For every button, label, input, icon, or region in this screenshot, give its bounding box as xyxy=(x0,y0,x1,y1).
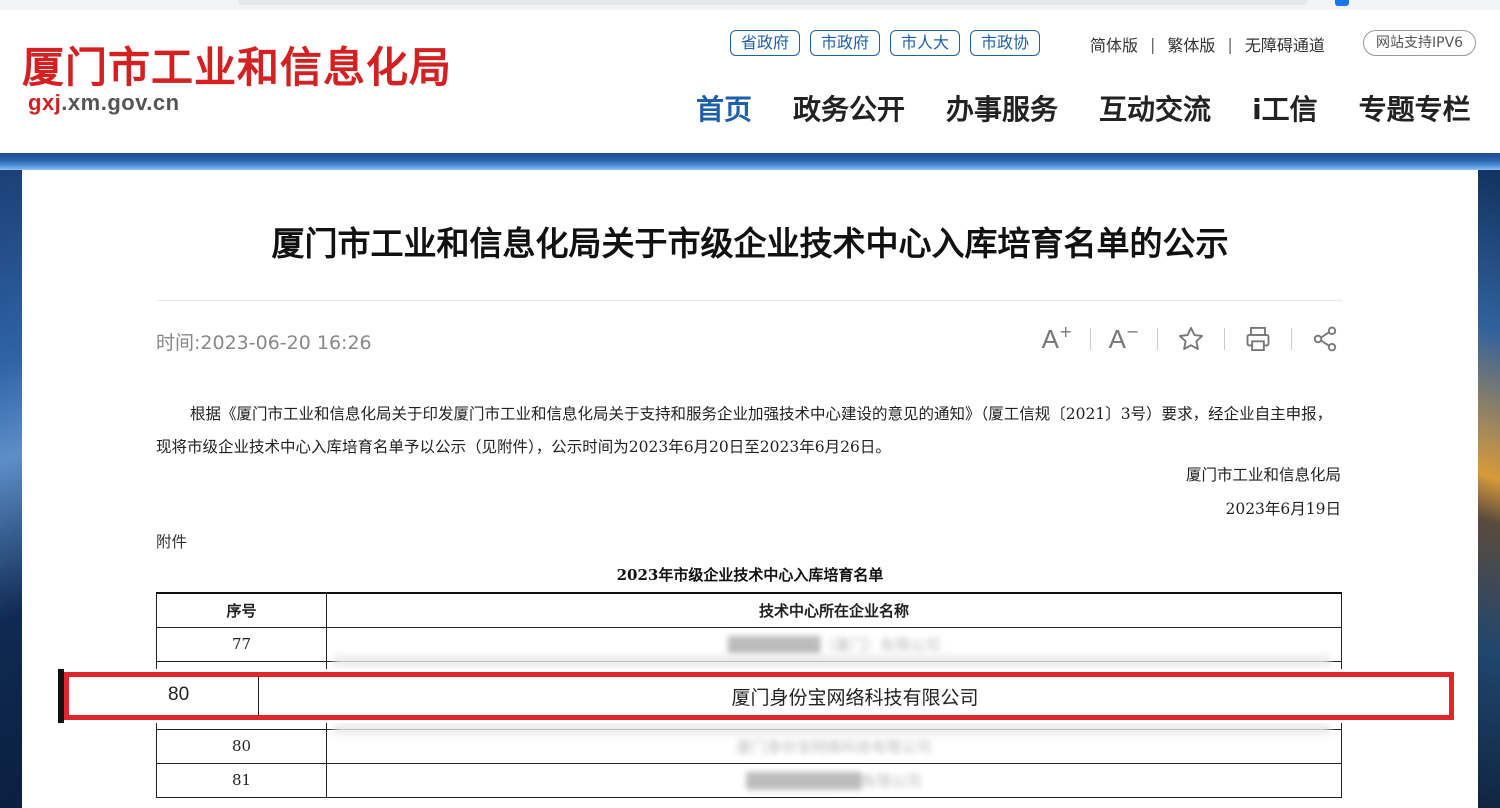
nav-item-i-gongxin[interactable]: i工信 xyxy=(1252,88,1318,128)
article-signature: 厦门市工业和信息化局 xyxy=(1185,466,1341,484)
attachment-label: 附件 xyxy=(156,533,188,551)
header-decor-band xyxy=(0,153,1500,170)
title-divider xyxy=(156,300,1342,301)
site-logo-url: gxj.xm.gov.cn xyxy=(28,90,180,116)
background-scenery-left xyxy=(0,170,22,808)
quick-link-city-congress[interactable]: 市人大 xyxy=(890,30,961,56)
blurred-row-edge xyxy=(334,656,1330,666)
background-scenery-right xyxy=(1478,170,1500,808)
site-header: 厦门市工业和信息化局 gxj.xm.gov.cn 省政府 市政府 市人大 市政协… xyxy=(0,10,1500,153)
nav-item-home[interactable]: 首页 xyxy=(696,88,752,128)
toolbar-divider xyxy=(1224,328,1225,350)
row-company-name: 厦门身份宝网络科技有限公司 xyxy=(326,728,1342,764)
traditional-link[interactable]: 繁体版 xyxy=(1167,32,1215,56)
article-body: 根据《厦门市工业和信息化局关于印发厦门市工业和信息化局关于支持和服务企业加强技术… xyxy=(156,405,1333,456)
header-company-name: 技术中心所在企业名称 xyxy=(326,592,1342,628)
site-logo-name[interactable]: 厦门市工业和信息化局 xyxy=(22,34,452,95)
publish-time: 时间:2023-06-20 16:26 xyxy=(156,332,372,354)
table-title: 2023年市级企业技术中心入库培育名单 xyxy=(616,566,884,584)
star-icon xyxy=(1178,326,1204,350)
quick-links: 省政府 市政府 市人大 市政协 xyxy=(730,30,1041,56)
quick-link-province[interactable]: 省政府 xyxy=(730,30,801,56)
nav-item-services[interactable]: 办事服务 xyxy=(946,88,1058,128)
font-decrease-icon: A xyxy=(1108,323,1126,354)
font-decrease-button[interactable]: A − xyxy=(1107,322,1141,356)
row-seq: 81 xyxy=(156,762,327,798)
article-date: 2023年6月19日 xyxy=(1225,500,1341,518)
share-icon xyxy=(1313,326,1337,352)
main-nav: 首页 政务公开 办事服务 互动交流 i工信 专题专栏 xyxy=(696,88,1471,128)
header-seq: 序号 xyxy=(156,592,327,628)
highlight-seq: 80 xyxy=(168,684,190,705)
row-company-name: ██████████有限公司 xyxy=(326,762,1342,798)
table-row: 80 厦门身份宝网络科技有限公司 xyxy=(156,728,1342,764)
toolbar-divider xyxy=(1157,328,1158,350)
article-toolbar: A + A − xyxy=(1040,322,1342,356)
highlight-company-name: 厦门身份宝网络科技有限公司 xyxy=(731,687,979,709)
quick-link-city-gov[interactable]: 市政府 xyxy=(810,30,881,56)
print-button[interactable] xyxy=(1241,322,1275,356)
toolbar-divider xyxy=(1291,328,1292,350)
row-seq: 77 xyxy=(156,626,327,662)
blurred-row-edge xyxy=(334,724,1330,734)
browser-icon-remnant xyxy=(1335,0,1349,6)
site-url-suffix: .xm.gov.cn xyxy=(61,90,180,115)
toolbar-divider xyxy=(1090,328,1091,350)
highlight-column-divider xyxy=(258,676,259,716)
nav-item-topics[interactable]: 专题专栏 xyxy=(1359,88,1471,128)
accessibility-link[interactable]: 无障碍通道 xyxy=(1245,32,1325,56)
simplified-link[interactable]: 简体版 xyxy=(1090,32,1138,56)
quick-link-city-cppcc[interactable]: 市政协 xyxy=(970,30,1041,56)
site-url-prefix: gxj xyxy=(28,90,62,115)
address-bar-remnant xyxy=(238,0,1308,5)
share-button[interactable] xyxy=(1308,322,1342,356)
row-seq: 80 xyxy=(156,728,327,764)
table-header-row: 序号 技术中心所在企业名称 xyxy=(156,592,1342,628)
table-row: 81 ██████████有限公司 xyxy=(156,762,1342,798)
ipv6-badge: 网站支持IPV6 xyxy=(1363,30,1477,56)
nav-item-interaction[interactable]: 互动交流 xyxy=(1099,88,1211,128)
font-increase-icon: A xyxy=(1041,323,1059,354)
printer-icon xyxy=(1246,326,1270,352)
utility-links: 简体版 | 繁体版 | 无障碍通道 xyxy=(1090,32,1325,56)
article-title: 厦门市工业和信息化局关于市级企业技术中心入库培育名单的公示 xyxy=(271,224,1229,263)
utility-separator: | xyxy=(1227,34,1233,54)
nav-item-gov-affairs[interactable]: 政务公开 xyxy=(793,88,905,128)
browser-top-strip xyxy=(0,0,1500,10)
utility-separator: | xyxy=(1150,34,1156,54)
favorite-button[interactable] xyxy=(1174,322,1208,356)
font-increase-button[interactable]: A + xyxy=(1040,322,1074,356)
